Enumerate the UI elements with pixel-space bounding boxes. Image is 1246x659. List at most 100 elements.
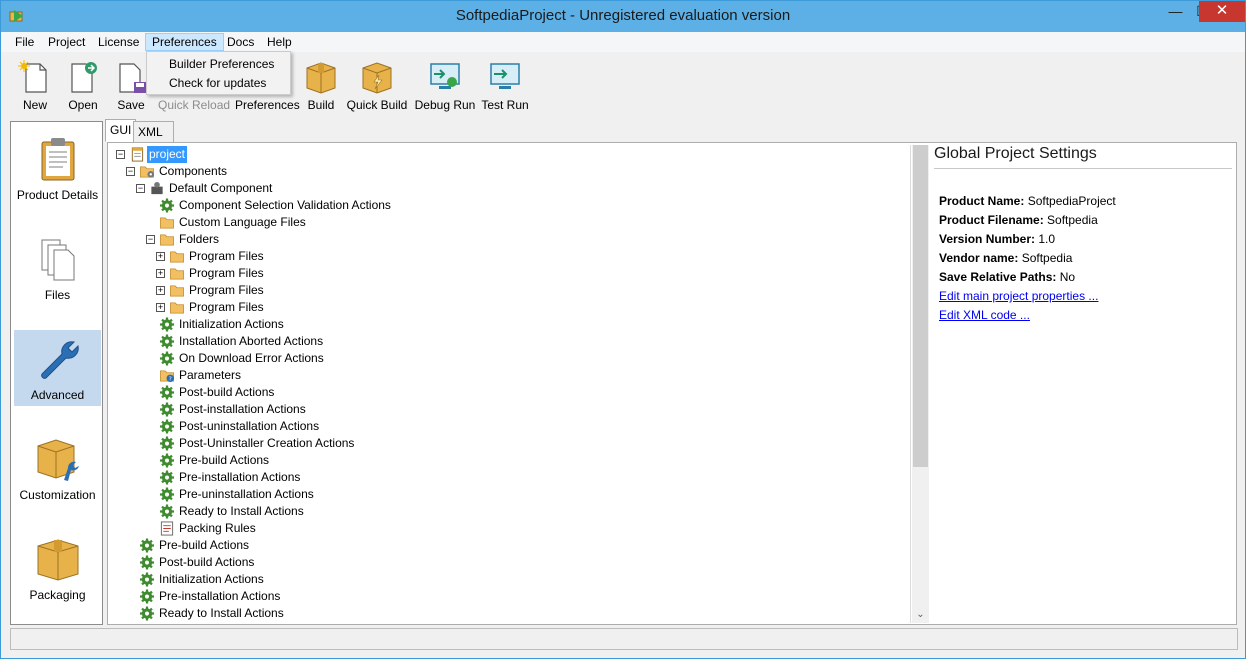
open-label: Open	[68, 98, 98, 112]
test-run-button[interactable]: Test Run	[479, 58, 531, 114]
gear-icon	[159, 351, 175, 366]
tree-row-label: Pre-installation Actions	[179, 470, 301, 484]
menu-docs[interactable]: Docs	[221, 33, 260, 51]
quick-build-label: Quick Build	[346, 98, 408, 112]
nav-files-label: Files	[44, 288, 71, 302]
menu-project[interactable]: Project	[42, 33, 91, 51]
tree-expander-icon[interactable]: −	[146, 235, 155, 244]
tree-row-label: Pre-uninstallation Actions	[179, 487, 314, 501]
tree-expander-icon[interactable]: −	[136, 184, 145, 193]
tree-row-label: Pre-build Actions	[159, 538, 250, 552]
tab-xml-editor[interactable]: XML Editor	[133, 121, 175, 159]
nav-product-details[interactable]: Product Details	[14, 130, 101, 206]
folder-icon	[170, 268, 184, 280]
tree-row-label: Ready to Install Actions	[179, 504, 304, 518]
prop-value: SoftpediaProject	[1027, 194, 1116, 208]
new-file-icon	[18, 60, 47, 93]
tree-expander-icon[interactable]: +	[156, 269, 165, 278]
prop-value: Softpedia	[1021, 251, 1073, 265]
gear-icon	[139, 589, 155, 604]
tree-expander-icon[interactable]: +	[156, 286, 165, 295]
status-bar	[10, 628, 1238, 650]
prop-key: Save Relative Paths:	[939, 270, 1057, 284]
folder-icon	[160, 217, 174, 229]
gear-icon	[139, 572, 155, 587]
folder-question-icon: ?	[160, 370, 175, 383]
tree-scrollbar[interactable]: ⌄	[912, 145, 929, 623]
preferences-label: Preferences	[235, 98, 300, 112]
new-button[interactable]: New	[15, 58, 55, 114]
nav-advanced[interactable]: Advanced	[14, 330, 101, 406]
quick-reload-label: Quick Reload	[158, 98, 231, 112]
folder-icon	[160, 234, 174, 246]
nav-advanced-label: Advanced	[30, 388, 85, 402]
component-icon	[151, 181, 163, 195]
gear-icon	[159, 198, 175, 213]
open-button[interactable]: Open	[63, 58, 103, 114]
tree-row-label: Packing Rules	[179, 521, 256, 535]
tree-row-label: Custom Language Files	[179, 215, 306, 229]
save-icon	[119, 63, 146, 93]
tree-row-label: Program Files	[189, 249, 264, 263]
menu-bar: File Project License Preferences Docs He…	[1, 32, 1245, 52]
menu-license[interactable]: License	[92, 33, 145, 51]
preferences-dropdown: Builder Preferences Check for updates	[146, 51, 291, 95]
tree-row-label: Ready to Install Actions	[159, 606, 284, 620]
prop-version-number: Version Number: 1.0	[939, 230, 1055, 248]
scrollbar-thumb[interactable]	[913, 145, 928, 467]
gear-icon	[159, 436, 175, 451]
menu-preferences[interactable]: Preferences	[145, 33, 224, 51]
prop-key: Product Name:	[939, 194, 1025, 208]
tree-expander-icon[interactable]: −	[126, 167, 135, 176]
nav-packaging[interactable]: Packaging	[14, 530, 101, 606]
tab-gui[interactable]: GUI	[105, 119, 137, 142]
build-button[interactable]: Build	[303, 58, 339, 114]
close-button[interactable]: ✕	[1199, 1, 1245, 22]
tree-expander-icon[interactable]: −	[116, 150, 125, 159]
gear-icon	[159, 419, 175, 434]
test-monitor-icon	[490, 63, 520, 89]
files-icon	[41, 239, 74, 281]
prop-value: No	[1059, 270, 1076, 284]
app-window: SoftpediaProject - Unregistered evaluati…	[0, 0, 1246, 659]
tree-row-label: Default Component	[169, 181, 273, 195]
nav-customization-label: Customization	[19, 488, 96, 502]
settings-panel: Global Project Settings Product Name: So…	[934, 145, 1234, 623]
edit-xml-code-link[interactable]: Edit XML code ...	[939, 306, 1030, 324]
edit-main-properties-link[interactable]: Edit main project properties ...	[939, 287, 1098, 305]
gear-icon	[159, 504, 175, 519]
save-button[interactable]: Save	[111, 58, 151, 114]
folder-icon	[170, 302, 184, 314]
minimize-button[interactable]: —	[1162, 1, 1189, 22]
nav-product-details-label: Product Details	[16, 188, 99, 202]
debug-monitor-icon	[430, 63, 460, 89]
main-panel: − project − Components − Default Component Com…	[107, 142, 1237, 625]
gear-icon	[159, 402, 175, 417]
tree-expander-icon[interactable]: +	[156, 303, 165, 312]
quick-box-icon	[362, 62, 392, 94]
menu-builder-preferences[interactable]: Builder Preferences	[169, 55, 274, 73]
window-title: SoftpediaProject - Unregistered evaluati…	[455, 7, 791, 24]
svg-text:?: ?	[169, 377, 172, 383]
tree-row-label: Installation Aborted Actions	[179, 334, 324, 348]
tree-row-label: Post-build Actions	[159, 555, 255, 569]
nav-files[interactable]: Files	[14, 230, 101, 306]
menu-check-for-updates[interactable]: Check for updates	[169, 74, 266, 92]
tree-row-label: Post-Uninstaller Creation Actions	[179, 436, 355, 450]
quick-build-button[interactable]: Quick Build	[345, 58, 409, 114]
scroll-down-icon[interactable]: ⌄	[912, 606, 929, 623]
gear-icon	[159, 453, 175, 468]
tree-expander-icon[interactable]: +	[156, 252, 165, 261]
tree-row-label: Parameters	[179, 368, 242, 382]
debug-run-button[interactable]: Debug Run	[413, 58, 477, 114]
menu-help[interactable]: Help	[261, 33, 298, 51]
nav-customization[interactable]: Customization	[14, 430, 101, 506]
debug-run-label: Debug Run	[414, 98, 476, 112]
gear-icon	[139, 538, 155, 553]
tree-row-label: Initialization Actions	[179, 317, 284, 331]
menu-file[interactable]: File	[9, 33, 40, 51]
title-bar[interactable]: SoftpediaProject - Unregistered evaluati…	[1, 1, 1245, 32]
save-label: Save	[117, 98, 145, 112]
wrench-icon	[40, 341, 79, 379]
project-tree[interactable]: − project − Components − Default Component Com…	[111, 145, 911, 623]
